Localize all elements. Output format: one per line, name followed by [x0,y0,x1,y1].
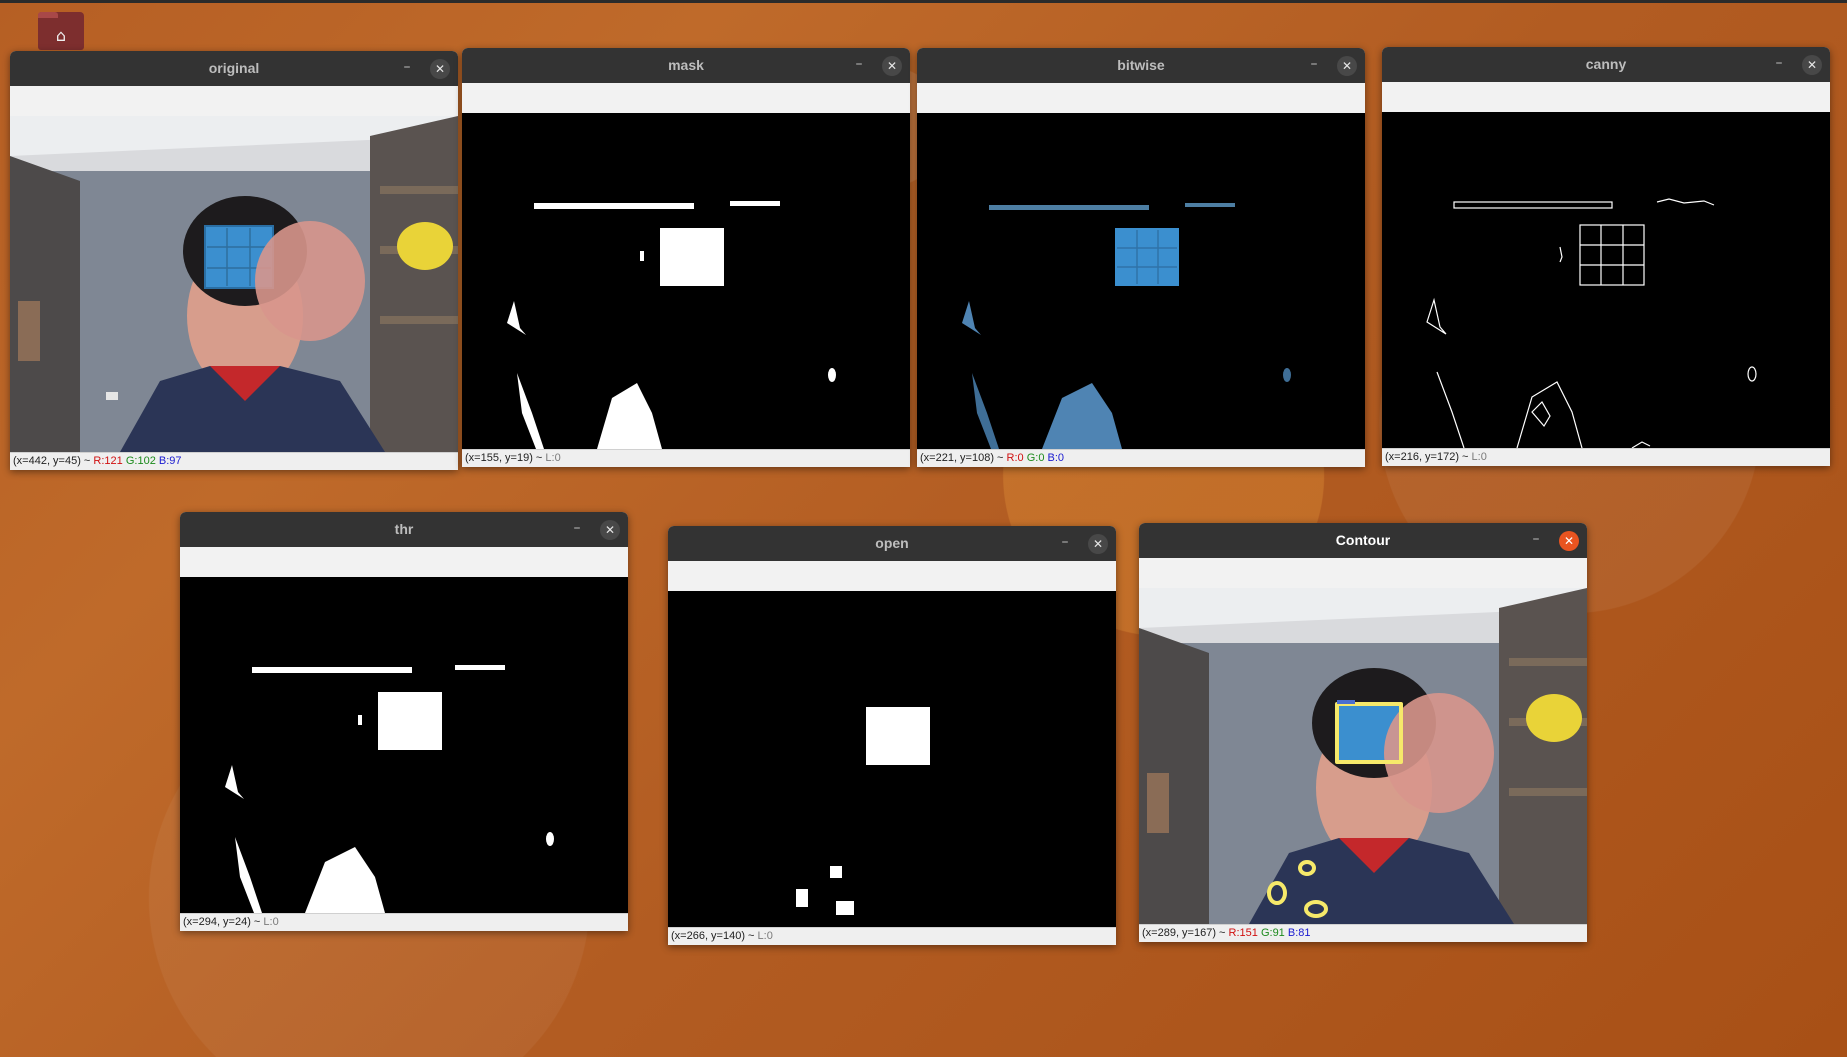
status-level: L:0 [545,452,561,464]
status-level: L:0 [263,916,279,928]
titlebar[interactable]: bitwise – ✕ [917,48,1365,83]
window-title: canny [1585,56,1627,72]
minimize-button[interactable]: – [1529,523,1543,558]
window-contour[interactable]: Contour – ✕ (x=289, y=167) ~ R:151 G:91 … [1139,523,1587,942]
minimize-button[interactable]: – [400,51,414,86]
window-title: original [208,60,260,76]
image-toolbar [1139,558,1587,588]
minimize-button[interactable]: – [1058,526,1072,561]
close-button[interactable]: ✕ [600,520,620,540]
status-red: R:0 [1006,452,1024,464]
minimize-button[interactable]: – [570,512,584,547]
status-coords: (x=266, y=140) ~ [671,930,758,942]
window-canny[interactable]: canny – ✕ (x=216, y=172) ~ L:0 [1382,47,1830,466]
status-coords: (x=221, y=108) ~ [920,452,1007,464]
image-canvas[interactable] [462,113,910,449]
window-title: mask [668,57,704,73]
image-toolbar [462,83,910,113]
image-canvas[interactable] [10,116,458,452]
status-bar: (x=221, y=108) ~ R:0 G:0 B:0 [917,449,1365,467]
status-blue: B:97 [158,455,182,467]
close-button[interactable]: ✕ [1802,55,1822,75]
status-red: R:121 [93,455,123,467]
image-toolbar [1382,82,1830,112]
status-coords: (x=294, y=24) ~ [183,916,264,928]
window-title: thr [394,521,414,537]
image-canvas[interactable] [1139,588,1587,924]
image-canvas[interactable] [668,591,1116,927]
status-green: G:0 [1026,452,1045,464]
close-button[interactable]: ✕ [1088,534,1108,554]
status-bar: (x=155, y=19) ~ L:0 [462,449,910,467]
bitwise-image [917,113,1365,449]
titlebar[interactable]: Contour – ✕ [1139,523,1587,558]
close-button[interactable]: ✕ [430,59,450,79]
status-bar: (x=294, y=24) ~ L:0 [180,913,628,931]
status-coords: (x=289, y=167) ~ [1142,927,1229,939]
minimize-button[interactable]: – [1307,48,1321,83]
status-level: L:0 [757,930,773,942]
titlebar[interactable]: mask – ✕ [462,48,910,83]
titlebar[interactable]: original – ✕ [10,51,458,86]
status-coords: (x=216, y=172) ~ [1385,451,1472,463]
status-coords: (x=155, y=19) ~ [465,452,546,464]
minimize-button[interactable]: – [1772,47,1786,82]
window-open[interactable]: open – ✕ (x=266, y=140) ~ L:0 [668,526,1116,945]
titlebar[interactable]: canny – ✕ [1382,47,1830,82]
status-bar: (x=216, y=172) ~ L:0 [1382,448,1830,466]
status-green: G:91 [1260,927,1285,939]
window-thr[interactable]: thr – ✕ (x=294, y=24) ~ L:0 [180,512,628,931]
window-original[interactable]: original – ✕ (x=442, y=45) ~ R:121 G:102… [10,51,458,470]
status-coords: (x=442, y=45) ~ [13,455,94,467]
titlebar[interactable]: open – ✕ [668,526,1116,561]
close-button[interactable]: ✕ [882,56,902,76]
status-level: L:0 [1471,451,1487,463]
image-toolbar [10,86,458,116]
home-folder-launcher[interactable]: ⌂ [38,12,84,50]
folder-tab [38,12,58,18]
titlebar[interactable]: thr – ✕ [180,512,628,547]
image-canvas[interactable] [180,577,628,913]
home-icon: ⌂ [55,26,67,45]
status-blue: B:0 [1047,452,1065,464]
status-bar: (x=289, y=167) ~ R:151 G:91 B:81 [1139,924,1587,942]
mask-image [462,113,910,449]
close-button[interactable]: ✕ [1337,56,1357,76]
canny-edge-image [1382,112,1830,448]
window-title: bitwise [1117,57,1165,73]
window-mask[interactable]: mask – ✕ (x=155, y=19) ~ L:0 [462,48,910,467]
camera-frame-original [10,116,458,452]
window-bitwise[interactable]: bitwise – ✕ (x=221, y=108) ~ R:0 G:0 B:0 [917,48,1365,467]
status-green: G:102 [125,455,156,467]
status-blue: B:81 [1287,927,1311,939]
image-toolbar [917,83,1365,113]
minimize-button[interactable]: – [852,48,866,83]
threshold-image [180,577,628,913]
morph-open-image [668,591,1116,927]
image-canvas[interactable] [1382,112,1830,448]
image-toolbar [180,547,628,577]
status-bar: (x=266, y=140) ~ L:0 [668,927,1116,945]
contour-image [1139,588,1587,924]
status-bar: (x=442, y=45) ~ R:121 G:102 B:97 [10,452,458,470]
image-toolbar [668,561,1116,591]
window-title: open [875,535,909,551]
top-panel [0,0,1847,3]
status-red: R:151 [1228,927,1258,939]
close-button[interactable]: ✕ [1559,531,1579,551]
image-canvas[interactable] [917,113,1365,449]
window-title: Contour [1335,532,1391,548]
